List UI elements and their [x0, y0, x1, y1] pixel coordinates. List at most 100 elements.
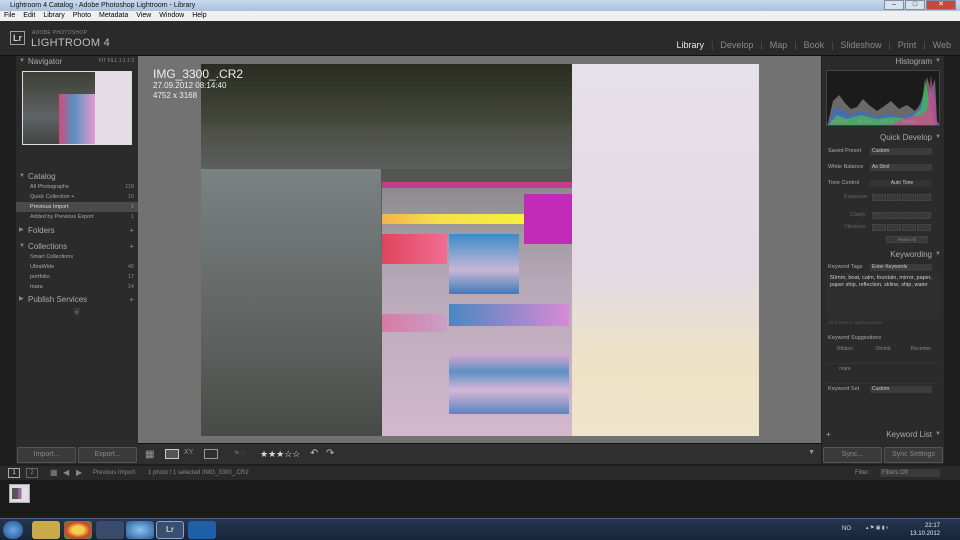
module-develop[interactable]: Develop — [719, 40, 754, 50]
navigator-zoom-options[interactable]: FIT FILL 1:1 1:3 — [99, 56, 134, 67]
add-publish-icon[interactable]: + — [129, 294, 134, 305]
suggestion-3[interactable]: Recenter — [902, 344, 940, 364]
module-book[interactable]: Book — [803, 40, 826, 50]
clarity-up[interactable] — [902, 212, 916, 219]
vibrance-down-big[interactable] — [872, 224, 886, 231]
flag-icon[interactable]: ⚑⚐ — [233, 449, 247, 458]
filmstrip-selection-info[interactable]: 1 photo / 1 selected /IMG_3300_.CR2 — [148, 466, 249, 480]
filmstrip-thumbnail[interactable] — [9, 484, 30, 503]
page-1-button[interactable]: 1 — [8, 468, 20, 478]
module-web[interactable]: Web — [932, 40, 952, 50]
module-print[interactable]: Print — [897, 40, 918, 50]
compare-view-icon[interactable]: XY — [184, 449, 193, 456]
toolbar-menu-chevron-icon[interactable]: ▼ — [808, 449, 815, 456]
add-folder-icon[interactable]: + — [129, 225, 134, 236]
histogram[interactable]: ISO 100 50 mm f / 1.8 1/1250 — [826, 70, 940, 126]
menu-edit[interactable]: Edit — [23, 11, 35, 21]
menu-help[interactable]: Help — [192, 11, 206, 21]
clarity-down[interactable] — [887, 212, 901, 219]
keyword-set-select[interactable]: Custom — [870, 386, 932, 393]
navigator-header[interactable]: ▼ Navigator FIT FILL 1:1 1:3 — [16, 56, 138, 67]
catalog-header[interactable]: ▼ Catalog — [16, 171, 138, 182]
reset-all-button[interactable]: Reset All — [886, 236, 928, 243]
vibrance-down[interactable] — [887, 224, 901, 231]
sync-button[interactable]: Sync... — [823, 447, 882, 463]
collections-header[interactable]: ▼ Collections + — [16, 241, 138, 252]
suggestion-1[interactable]: Ribbon — [826, 344, 864, 364]
publish-services-header[interactable]: ▶ Publish Services + — [16, 294, 138, 305]
exposure-down[interactable] — [887, 194, 901, 201]
white-balance-select[interactable]: As Shot — [870, 164, 932, 171]
tray-icons[interactable]: ▴ ⚑ ▣ ▮ ◐ — [866, 525, 889, 531]
exposure-up[interactable] — [902, 194, 916, 201]
suggestion-6[interactable] — [902, 364, 940, 384]
filmstrip-source[interactable]: Previous Import — [93, 466, 135, 480]
catalog-item-quick-collection[interactable]: Quick Collection +10 — [16, 192, 138, 202]
sync-settings-button[interactable]: Sync Settings — [884, 447, 943, 463]
suggestion-5[interactable] — [864, 364, 902, 384]
keyword-list-header[interactable]: + Keyword List ▼ — [822, 429, 944, 440]
keywording-header[interactable]: Keywording ▼ — [822, 249, 944, 260]
export-button[interactable]: Export... — [78, 447, 137, 463]
catalog-item-all-photographs[interactable]: All Photographs 118 — [16, 182, 138, 192]
vibrance-up[interactable] — [902, 224, 916, 231]
page-2-button[interactable]: 2 — [26, 468, 38, 478]
keywords-textarea[interactable]: 50mm, boat, calm, fountain, mirror, pape… — [826, 273, 940, 319]
system-clock[interactable]: 22:17 13.10.2012 — [910, 522, 940, 538]
import-button[interactable]: Import... — [17, 447, 76, 463]
collection-smart[interactable]: Smart Collections — [16, 252, 138, 262]
collection-mara[interactable]: mara 14 — [16, 282, 138, 292]
explorer-icon[interactable] — [32, 521, 60, 539]
menu-library[interactable]: Library — [43, 11, 64, 21]
app2-icon[interactable] — [188, 521, 216, 539]
rotate-left-icon[interactable]: ↶ — [310, 448, 318, 459]
maximize-button[interactable]: □ — [905, 0, 925, 10]
loupe-view-icon[interactable] — [165, 449, 179, 459]
forward-arrow-icon[interactable]: ▶ — [76, 466, 82, 480]
start-button-icon[interactable] — [3, 521, 23, 539]
menu-view[interactable]: View — [136, 11, 151, 21]
main-photo[interactable] — [201, 64, 759, 436]
menu-photo[interactable]: Photo — [73, 11, 91, 21]
suggestion-2[interactable]: Orchid — [864, 344, 902, 364]
vibrance-up-big[interactable] — [917, 224, 931, 231]
quick-develop-header[interactable]: Quick Develop ▼ — [822, 132, 944, 143]
star-rating[interactable]: ★★★☆☆ — [260, 449, 300, 460]
menu-metadata[interactable]: Metadata — [99, 11, 128, 21]
grid-view-icon[interactable]: ▦ — [145, 449, 154, 460]
module-library[interactable]: Library — [675, 40, 705, 50]
back-arrow-icon[interactable]: ◀ — [63, 466, 69, 480]
module-map[interactable]: Map — [769, 40, 789, 50]
itunes-icon[interactable] — [126, 521, 154, 539]
auto-tone-button[interactable]: Auto Tone — [870, 180, 932, 187]
grid-icon[interactable]: ▦ — [50, 466, 58, 480]
rotate-right-icon[interactable]: ↷ — [326, 448, 334, 459]
catalog-item-previous-import[interactable]: Previous Import 1 — [16, 202, 138, 212]
menu-window[interactable]: Window — [159, 11, 184, 21]
clarity-up-big[interactable] — [917, 212, 931, 219]
clarity-down-big[interactable] — [872, 212, 886, 219]
survey-view-icon[interactable] — [204, 449, 218, 459]
module-slideshow[interactable]: Slideshow — [839, 40, 882, 50]
language-indicator[interactable]: NO — [842, 526, 851, 532]
folders-header[interactable]: ▶ Folders + — [16, 225, 138, 236]
catalog-item-previous-export[interactable]: Added by Previous Export 1 — [16, 212, 138, 222]
chrome-icon[interactable] — [64, 521, 92, 539]
minimize-button[interactable]: – — [884, 0, 904, 10]
menu-file[interactable]: File — [4, 11, 15, 21]
close-button[interactable]: ✕ — [926, 0, 956, 10]
app-icon[interactable] — [96, 521, 124, 539]
exposure-up-big[interactable] — [917, 194, 931, 201]
filter-select[interactable]: Filters Off — [880, 469, 940, 477]
histogram-header[interactable]: Histogram ▼ — [822, 56, 944, 67]
saved-preset-select[interactable]: Custom — [870, 148, 932, 155]
navigator-preview[interactable] — [22, 71, 132, 145]
keyword-tags-select[interactable]: Enter Keywords — [870, 264, 932, 271]
add-keyword-icon[interactable]: + — [826, 429, 831, 440]
exposure-down-big[interactable] — [872, 194, 886, 201]
collection-portfolio[interactable]: portfolio 17 — [16, 272, 138, 282]
lightroom-taskbar-icon[interactable]: Lr — [156, 521, 184, 539]
suggestion-4[interactable]: mara — [826, 364, 864, 384]
add-collection-icon[interactable]: + — [129, 241, 134, 252]
collection-ultrawide[interactable]: UltraWide 49 — [16, 262, 138, 272]
